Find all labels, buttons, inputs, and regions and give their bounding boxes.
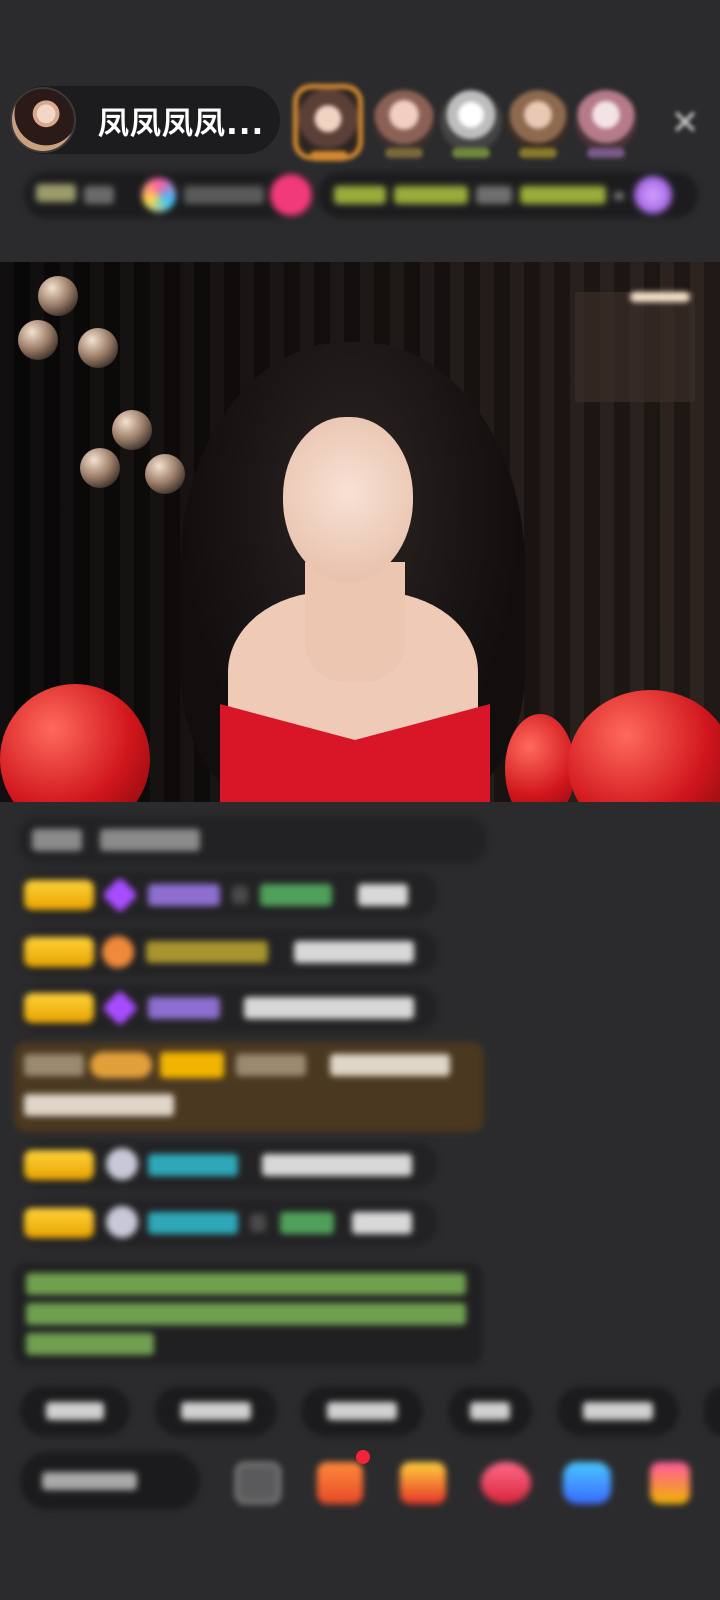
heart-icon[interactable] [481, 1462, 531, 1504]
live-room: 凤凤凤凤... ✕ [0, 0, 720, 1600]
tags-bar[interactable] [318, 172, 698, 218]
chat-message [18, 929, 438, 975]
close-icon[interactable]: ✕ [668, 106, 702, 140]
viewer-avatar[interactable] [575, 90, 637, 158]
viewer-avatar[interactable] [507, 90, 569, 158]
host-info-pill[interactable]: 凤凤凤凤... [10, 86, 280, 154]
comment-input[interactable] [20, 1452, 200, 1510]
quick-chip[interactable] [704, 1386, 720, 1436]
chat-welcome [18, 817, 488, 863]
viewer-avatar[interactable] [440, 90, 502, 158]
ranking-bar[interactable] [24, 172, 314, 218]
top-viewer-avatar[interactable] [293, 84, 363, 161]
quick-chip[interactable] [557, 1386, 679, 1436]
chat-message [18, 1200, 438, 1246]
live-video[interactable] [0, 262, 720, 802]
host-name: 凤凤凤凤... [98, 105, 265, 142]
system-notice [14, 1042, 484, 1132]
quick-chip[interactable] [448, 1386, 532, 1436]
chat-message [18, 985, 438, 1031]
lottery-icon[interactable] [400, 1462, 446, 1504]
chat-message [18, 872, 438, 918]
quick-chip[interactable] [301, 1386, 423, 1436]
shop-icon[interactable] [317, 1462, 363, 1504]
viewer-avatar[interactable] [373, 90, 435, 158]
more-icon[interactable] [235, 1462, 281, 1504]
quick-chip[interactable] [20, 1386, 130, 1436]
notification-dot [356, 1450, 370, 1464]
host-avatar[interactable] [10, 87, 76, 153]
gift-icon[interactable] [650, 1462, 690, 1504]
quick-chip[interactable] [155, 1386, 277, 1436]
green-notice [14, 1263, 482, 1365]
chat-message [18, 1142, 438, 1188]
game-icon[interactable] [563, 1462, 611, 1504]
